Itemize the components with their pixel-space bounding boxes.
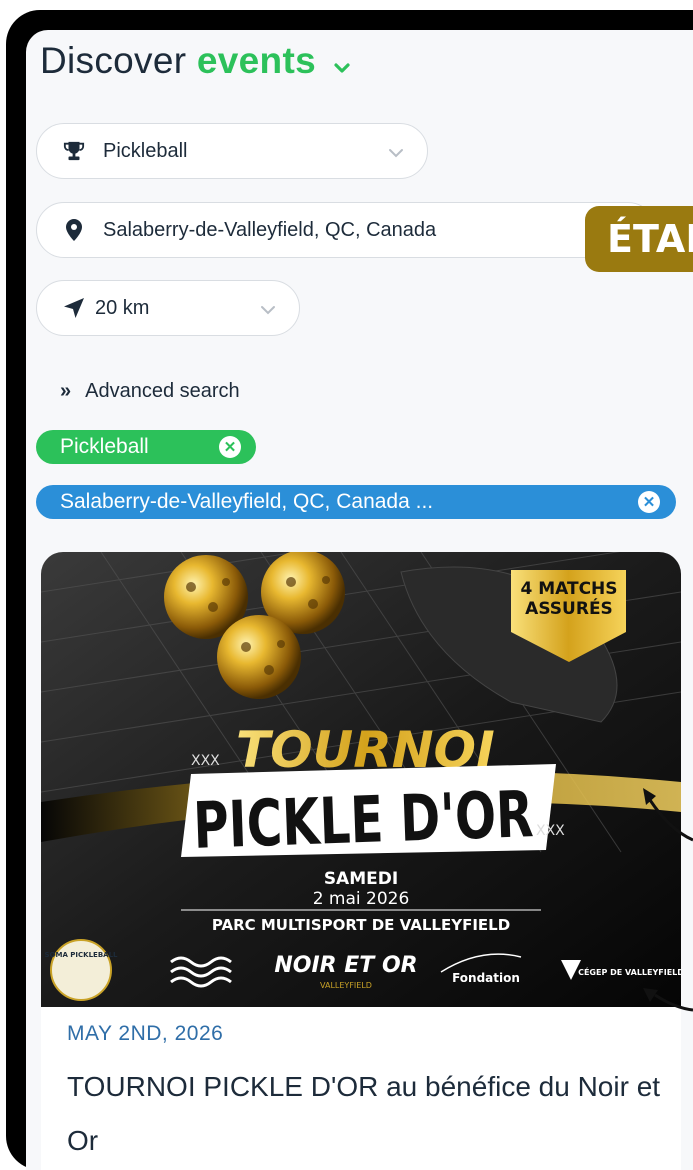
sponsor-valleyfield: VALLEYFIELD [320,981,372,990]
filter-tag-location[interactable]: Salaberry-de-Valleyfield, QC, Canada ...… [36,485,676,519]
filter-tag-sport[interactable]: Pickleball ✕ [36,430,256,464]
poster-banner-line1: 4 MATCHS [520,579,617,599]
poster-title-line2: PICKLE D'OR [192,778,534,864]
location-input[interactable]: Salaberry-de-Valleyfield, QC, Canada [36,202,656,258]
poster-venue: PARC MULTISPORT DE VALLEYFIELD [212,916,510,934]
trophy-icon [63,140,85,162]
overlay-badge-text: ÉTAI [607,217,693,261]
remove-tag-icon[interactable]: ✕ [219,436,241,458]
tag-label: Pickleball [60,435,149,458]
map-pin-icon [63,219,85,241]
tag-label: Salaberry-de-Valleyfield, QC, Canada ... [60,490,434,513]
remove-tag-icon[interactable]: ✕ [638,491,660,513]
poster-date: 2 mai 2026 [313,889,410,909]
page-title[interactable]: Discover events [40,40,351,84]
poster-banner-line2: ASSURÉS [525,597,613,619]
sponsor-fondation: Fondation [452,971,520,985]
advanced-search-link[interactable]: » Advanced search [60,380,240,403]
location-value: Salaberry-de-Valleyfield, QC, Canada [103,218,437,241]
annotation-arrow-upper [643,788,693,842]
event-card[interactable]: 4 MATCHS ASSURÉS XXX TOURNOI PICKLE D'OR… [41,552,681,1170]
title-prefix: Discover [40,40,187,81]
annotation-arrow-lower [643,988,693,1012]
poster-deco-right: XXX [536,823,565,839]
double-chevron-right-icon: » [60,380,72,402]
radius-select[interactable]: 20 km [36,280,300,336]
event-poster: 4 MATCHS ASSURÉS XXX TOURNOI PICKLE D'OR… [41,552,681,1007]
title-accent: events [196,40,316,81]
sport-select[interactable]: Pickleball [36,123,428,179]
event-date: MAY 2ND, 2026 [67,1022,224,1045]
radius-value: 20 km [95,296,150,319]
poster-day: SAMEDI [324,869,398,889]
sponsor-soma: SOMA PICKLEBALL [44,951,118,959]
sponsor-noir-et-or: NOIR ET OR [274,953,417,978]
event-title[interactable]: TOURNOI PICKLE D'OR au bénéfice du Noir … [67,1060,667,1168]
chevron-down-icon [387,142,405,165]
navigation-arrow-icon [63,297,85,319]
advanced-search-label: Advanced search [85,380,240,402]
sponsor-cegep: CÉGEP DE VALLEYFIELD [578,966,681,977]
chevron-down-icon [259,299,277,322]
overlay-badge: ÉTAI [585,206,693,272]
sport-value: Pickleball [103,139,188,162]
chevron-down-icon [333,42,351,84]
device-frame: Discover events Pickleball Salaberry-de-… [6,10,693,1170]
app-screen: Discover events Pickleball Salaberry-de-… [26,30,693,1170]
poster-deco-left: XXX [191,753,220,769]
